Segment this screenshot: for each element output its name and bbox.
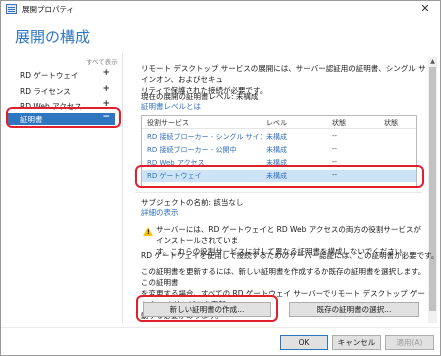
sidebar-item-label: RD ゲートウェイ: [20, 71, 79, 80]
apply-button[interactable]: 適用(A): [385, 335, 434, 350]
view-details-link[interactable]: 詳細の表示: [141, 207, 179, 218]
section-divider: [135, 192, 422, 193]
select-existing-certificate-button[interactable]: 既存の証明書の選択...: [289, 302, 419, 317]
sidebar-item-rd-web-access[interactable]: RD Web アクセス +: [7, 99, 115, 113]
ok-button[interactable]: OK: [280, 335, 328, 350]
app-icon: [6, 4, 17, 14]
sidebar-item-certificates[interactable]: 証明書 −: [7, 112, 115, 125]
page-title: 展開の構成: [15, 28, 91, 46]
sidebar-item-label: RD Web アクセス: [20, 102, 82, 111]
table-header: 役割サービス レベル 状態 状態: [142, 116, 416, 129]
sidebar-item-rd-licensing[interactable]: RD ライセンス +: [7, 84, 115, 98]
create-new-certificate-button[interactable]: 新しい証明書の作成...: [143, 302, 271, 317]
role-service-status: --: [332, 145, 338, 153]
scroll-up-icon[interactable]: ▲: [428, 57, 437, 66]
role-service-name: RD Web アクセス: [147, 159, 205, 167]
role-service-level: 未構成: [266, 172, 287, 180]
column-header-status-2[interactable]: 状態: [384, 118, 398, 128]
title-bar: 展開プロパティ ✕: [1, 1, 440, 18]
warning-line: サーバーには、RD ゲートウェイと RD Web アクセスの両方の役割サービスが…: [156, 225, 421, 245]
role-service-status: --: [332, 171, 338, 179]
close-button[interactable]: ✕: [414, 2, 436, 16]
collapse-icon: −: [102, 112, 110, 122]
role-service-status: --: [332, 132, 338, 140]
role-service-name: RD 接続ブローカー - シングル サインオンの有効化: [147, 133, 262, 141]
role-service-level: 未構成: [266, 133, 287, 141]
intro-line: リモート デスクトップ サービスの展開には、サーバー認証用の証明書、シングル サ…: [141, 64, 426, 84]
expand-icon: +: [102, 84, 110, 94]
table-row[interactable]: RD Web アクセス 未構成 --: [142, 157, 416, 169]
warning-icon-mark: !: [147, 229, 150, 236]
column-header-role-service[interactable]: 役割サービス: [147, 118, 189, 128]
scroll-thumb[interactable]: [429, 67, 436, 311]
cancel-button[interactable]: キャンセル: [332, 335, 381, 350]
column-header-status[interactable]: 状態: [332, 118, 346, 128]
role-services-table: 役割サービス レベル 状態 状態 RD 接続ブローカー - シングル サインオン…: [141, 115, 417, 187]
update-line: この証明書を更新するには、新しい証明書を作成するか既存の証明書を選択します。この…: [141, 267, 426, 287]
certificate-level-help-link[interactable]: 証明書レベルとは: [141, 101, 201, 112]
sidebar-item-label: 証明書: [20, 115, 43, 124]
show-all-link[interactable]: すべて表示: [86, 56, 118, 66]
sidebar-item-label: RD ライセンス: [20, 87, 71, 96]
vertical-scrollbar[interactable]: ▲: [428, 57, 437, 323]
table-row[interactable]: RD 接続ブローカー - 公開中 未構成 --: [142, 144, 416, 156]
sidebar-item-rd-gateway[interactable]: RD ゲートウェイ +: [7, 68, 115, 82]
footer-divider: [1, 327, 440, 328]
role-service-name: RD 接続ブローカー - 公開中: [147, 146, 237, 154]
role-service-level: 未構成: [266, 146, 287, 154]
role-service-name: RD ゲートウェイ: [147, 172, 202, 180]
role-service-status: --: [332, 158, 338, 166]
deployment-properties-window: 展開プロパティ ✕ 展開の構成 すべて表示 RD ゲートウェイ + RD ライセ…: [0, 0, 441, 356]
role-service-level: 未構成: [266, 159, 287, 167]
table-row[interactable]: RD 接続ブローカー - シングル サインオンの有効化 未構成 --: [142, 131, 416, 143]
table-row-selected[interactable]: RD ゲートウェイ 未構成 --: [142, 170, 416, 182]
expand-icon: +: [102, 68, 110, 78]
column-header-level[interactable]: レベル: [266, 118, 287, 128]
requirement-text: RD ゲートウェイを使用して接続するためのサーバー認証には、この証明書が必要です…: [141, 251, 439, 260]
pane-divider: [122, 53, 123, 323]
window-title: 展開プロパティ: [22, 5, 75, 14]
expand-icon: +: [102, 99, 110, 109]
